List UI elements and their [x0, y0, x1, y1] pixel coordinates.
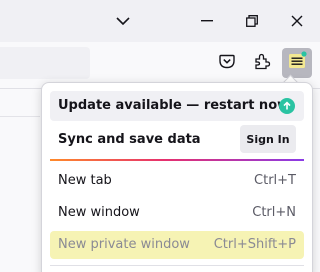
- sign-in-button[interactable]: Sign In: [240, 125, 296, 153]
- restore-button[interactable]: [235, 6, 269, 36]
- update-arrow-icon: [279, 98, 295, 114]
- menu-item-new-tab[interactable]: New tab Ctrl+T: [50, 167, 304, 195]
- app-menu-button[interactable]: [282, 48, 312, 78]
- url-bar[interactable]: [0, 47, 90, 79]
- sync-gradient-divider: [50, 159, 304, 161]
- pocket-button[interactable]: [212, 48, 242, 78]
- pocket-icon: [219, 54, 235, 73]
- close-icon: [291, 15, 303, 27]
- menu-item-shortcut: Ctrl+T: [254, 173, 296, 188]
- menu-item-shortcut: Ctrl+N: [252, 205, 296, 220]
- puzzle-icon: [254, 53, 271, 74]
- extensions-button[interactable]: [247, 48, 277, 78]
- restore-icon: [246, 15, 258, 27]
- menu-divider: [50, 265, 304, 266]
- menu-item-label: New tab: [58, 173, 112, 188]
- menu-item-new-private-window[interactable]: New private window Ctrl+Shift+P: [50, 231, 304, 259]
- hamburger-menu-icon: [287, 51, 307, 75]
- title-bar: [0, 0, 320, 42]
- chevron-down-icon: [116, 17, 130, 25]
- minimize-icon: [201, 20, 213, 22]
- close-window-button[interactable]: [280, 6, 314, 36]
- menu-item-label: New private window: [58, 237, 190, 252]
- update-available-button[interactable]: Update available — restart now: [50, 91, 304, 121]
- update-badge-dot: [301, 51, 307, 57]
- app-menu-panel: Update available — restart now Sync and …: [41, 82, 313, 272]
- page-content-line: [0, 116, 40, 117]
- update-available-label: Update available — restart now: [58, 98, 290, 113]
- menu-item-label: New window: [58, 205, 140, 220]
- sync-label: Sync and save data: [58, 132, 201, 147]
- list-all-tabs-button[interactable]: [106, 6, 140, 36]
- menu-item-shortcut: Ctrl+Shift+P: [213, 237, 296, 252]
- menu-item-new-window[interactable]: New window Ctrl+N: [50, 199, 304, 227]
- minimize-button[interactable]: [190, 6, 224, 36]
